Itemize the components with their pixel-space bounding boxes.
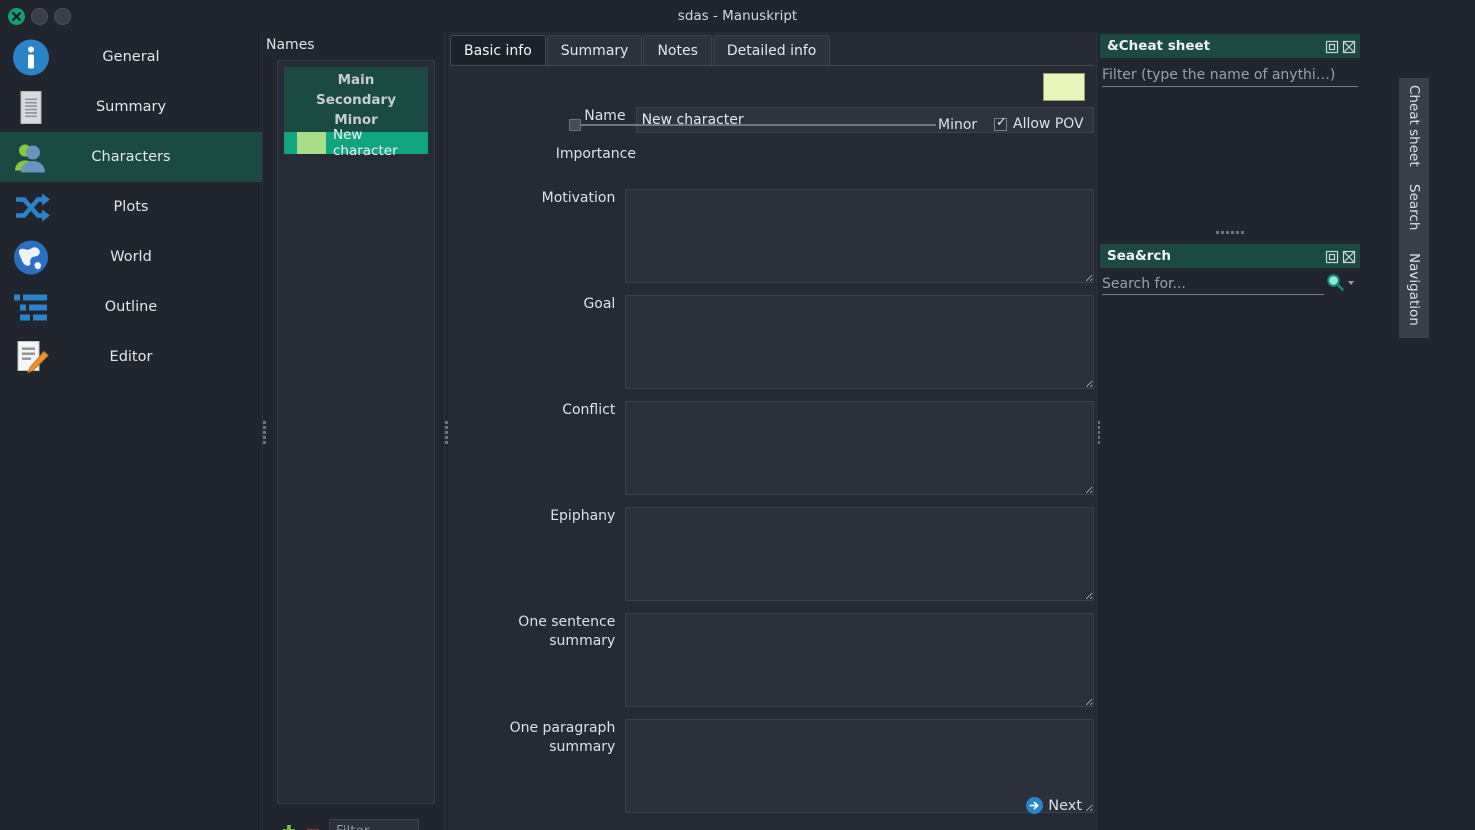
next-button-label: Next: [1048, 797, 1082, 814]
document-icon: [10, 87, 51, 128]
splitter-dock-horizontal[interactable]: [1100, 228, 1360, 237]
splitter-grip: [1216, 231, 1244, 234]
sidebar-item-characters[interactable]: Characters: [0, 132, 262, 182]
remove-character-button[interactable]: [301, 819, 325, 830]
cheat-sheet-title-bar: &Cheat sheet: [1100, 34, 1360, 58]
one-paragraph-summary-label: One paragraph summary: [509, 720, 616, 755]
field-row-one-paragraph: One paragraph summary: [450, 719, 1094, 813]
names-panel-title: Names: [266, 37, 315, 53]
group-header-main: Main: [337, 72, 375, 88]
conflict-label: Conflict: [562, 402, 616, 418]
goal-textarea[interactable]: [625, 295, 1094, 389]
search-panel: Sea&rch: [1100, 244, 1360, 304]
add-character-button[interactable]: [277, 819, 301, 830]
title-bar: sdas - Manuskript: [0, 0, 1475, 32]
names-panel: Names Main Secondary Minor New character: [266, 32, 444, 830]
sidebar-item-plots[interactable]: Plots: [0, 182, 262, 232]
sidebar-item-editor[interactable]: Editor: [0, 332, 262, 382]
arrow-right-icon: [1026, 797, 1044, 814]
vtab-label: Navigation: [1406, 253, 1422, 326]
cheat-sheet-body: [1100, 58, 1360, 226]
info-icon: [10, 37, 51, 78]
names-toolbar: [277, 818, 435, 830]
epiphany-label: Epiphany: [550, 508, 616, 524]
character-name-label: New character: [332, 127, 398, 159]
search-title: Sea&rch: [1107, 248, 1172, 264]
allow-pov-label: Allow POV: [1013, 116, 1084, 132]
list-icon: [10, 287, 51, 328]
edit-icon: [10, 337, 51, 378]
character-list[interactable]: Main Secondary Minor New character: [277, 60, 435, 804]
field-row-goal: Goal: [450, 295, 1094, 389]
motivation-textarea[interactable]: [625, 189, 1094, 283]
importance-label: Importance: [555, 146, 636, 162]
close-icon[interactable]: [1342, 39, 1356, 54]
vtab-navigation[interactable]: Navigation: [1399, 241, 1429, 338]
epiphany-textarea[interactable]: [625, 507, 1094, 601]
one-sentence-summary-label: One sentence summary: [518, 614, 616, 649]
close-icon[interactable]: [1342, 249, 1356, 264]
sidebar-item-general[interactable]: General: [0, 32, 262, 82]
shuffle-icon: [10, 187, 51, 228]
character-color-swatch[interactable]: [297, 132, 326, 154]
name-label: Name: [584, 108, 626, 124]
one-sentence-summary-textarea[interactable]: [625, 613, 1094, 707]
field-row-importance: Importance: [450, 145, 1094, 164]
plus-icon: [283, 825, 295, 830]
motivation-label: Motivation: [541, 190, 616, 206]
tab-basic-info[interactable]: Basic info: [450, 35, 546, 65]
basic-info-pane: Name Importance Motivation Goal Conflict…: [450, 65, 1094, 828]
tab-detailed-info[interactable]: Detailed info: [712, 35, 831, 65]
people-icon: [10, 137, 51, 178]
minus-icon: [307, 829, 319, 830]
character-editor-panel: Basic info Summary Notes Detailed info N…: [448, 32, 1096, 830]
search-input[interactable]: [1102, 273, 1324, 295]
tab-summary[interactable]: Summary: [546, 35, 643, 65]
tab-notes[interactable]: Notes: [643, 35, 712, 65]
checkbox-box: [994, 115, 1007, 131]
window-title: sdas - Manuskript: [677, 8, 798, 24]
character-group-headers: Main Secondary Minor: [284, 67, 428, 132]
field-row-conflict: Conflict: [450, 401, 1094, 495]
globe-icon: [10, 237, 51, 278]
sidebar-item-outline[interactable]: Outline: [0, 282, 262, 332]
allow-pov-checkbox[interactable]: Allow POV: [994, 115, 1084, 132]
list-item[interactable]: New character: [284, 127, 428, 159]
tab-bar: Basic info Summary Notes Detailed info: [450, 35, 831, 65]
magnifier-icon[interactable]: [1326, 273, 1346, 293]
field-row-epiphany: Epiphany: [450, 507, 1094, 601]
goal-label: Goal: [583, 296, 616, 312]
sidebar: General Summary Characters Plots World O…: [0, 32, 262, 830]
vtab-cheat-sheet[interactable]: Cheat sheet: [1399, 78, 1429, 173]
sidebar-item-world[interactable]: World: [0, 232, 262, 282]
sidebar-item-summary[interactable]: Summary: [0, 82, 262, 132]
cheat-sheet-title: &Cheat sheet: [1107, 38, 1211, 54]
vtab-search[interactable]: Search: [1399, 173, 1429, 241]
conflict-textarea[interactable]: [625, 401, 1094, 495]
cheat-sheet-filter-input[interactable]: [1102, 64, 1358, 87]
vtab-label: Cheat sheet: [1406, 84, 1422, 167]
importance-value-label: Minor: [938, 117, 978, 133]
next-button[interactable]: Next: [1026, 797, 1082, 814]
group-header-secondary: Secondary: [316, 92, 396, 108]
chevron-down-icon[interactable]: [1346, 273, 1358, 293]
search-title-bar: Sea&rch: [1100, 244, 1360, 268]
character-filter-input[interactable]: [329, 819, 419, 830]
right-dock: &Cheat sheet Sea&rch: [1100, 32, 1392, 830]
float-icon[interactable]: [1325, 39, 1339, 54]
search-body: [1100, 268, 1360, 304]
importance-slider-handle[interactable]: [569, 119, 581, 131]
importance-slider-track[interactable]: [570, 124, 936, 126]
dock-vertical-tabs: Cheat sheet Search Navigation: [1399, 78, 1429, 338]
cheat-sheet-panel: &Cheat sheet: [1100, 34, 1360, 226]
field-row-motivation: Motivation: [450, 189, 1094, 283]
one-paragraph-summary-textarea[interactable]: [625, 719, 1094, 813]
character-color-button[interactable]: [1043, 73, 1085, 101]
float-icon[interactable]: [1325, 249, 1339, 264]
field-row-one-sentence: One sentence summary: [450, 613, 1094, 707]
vtab-label: Search: [1406, 183, 1422, 231]
